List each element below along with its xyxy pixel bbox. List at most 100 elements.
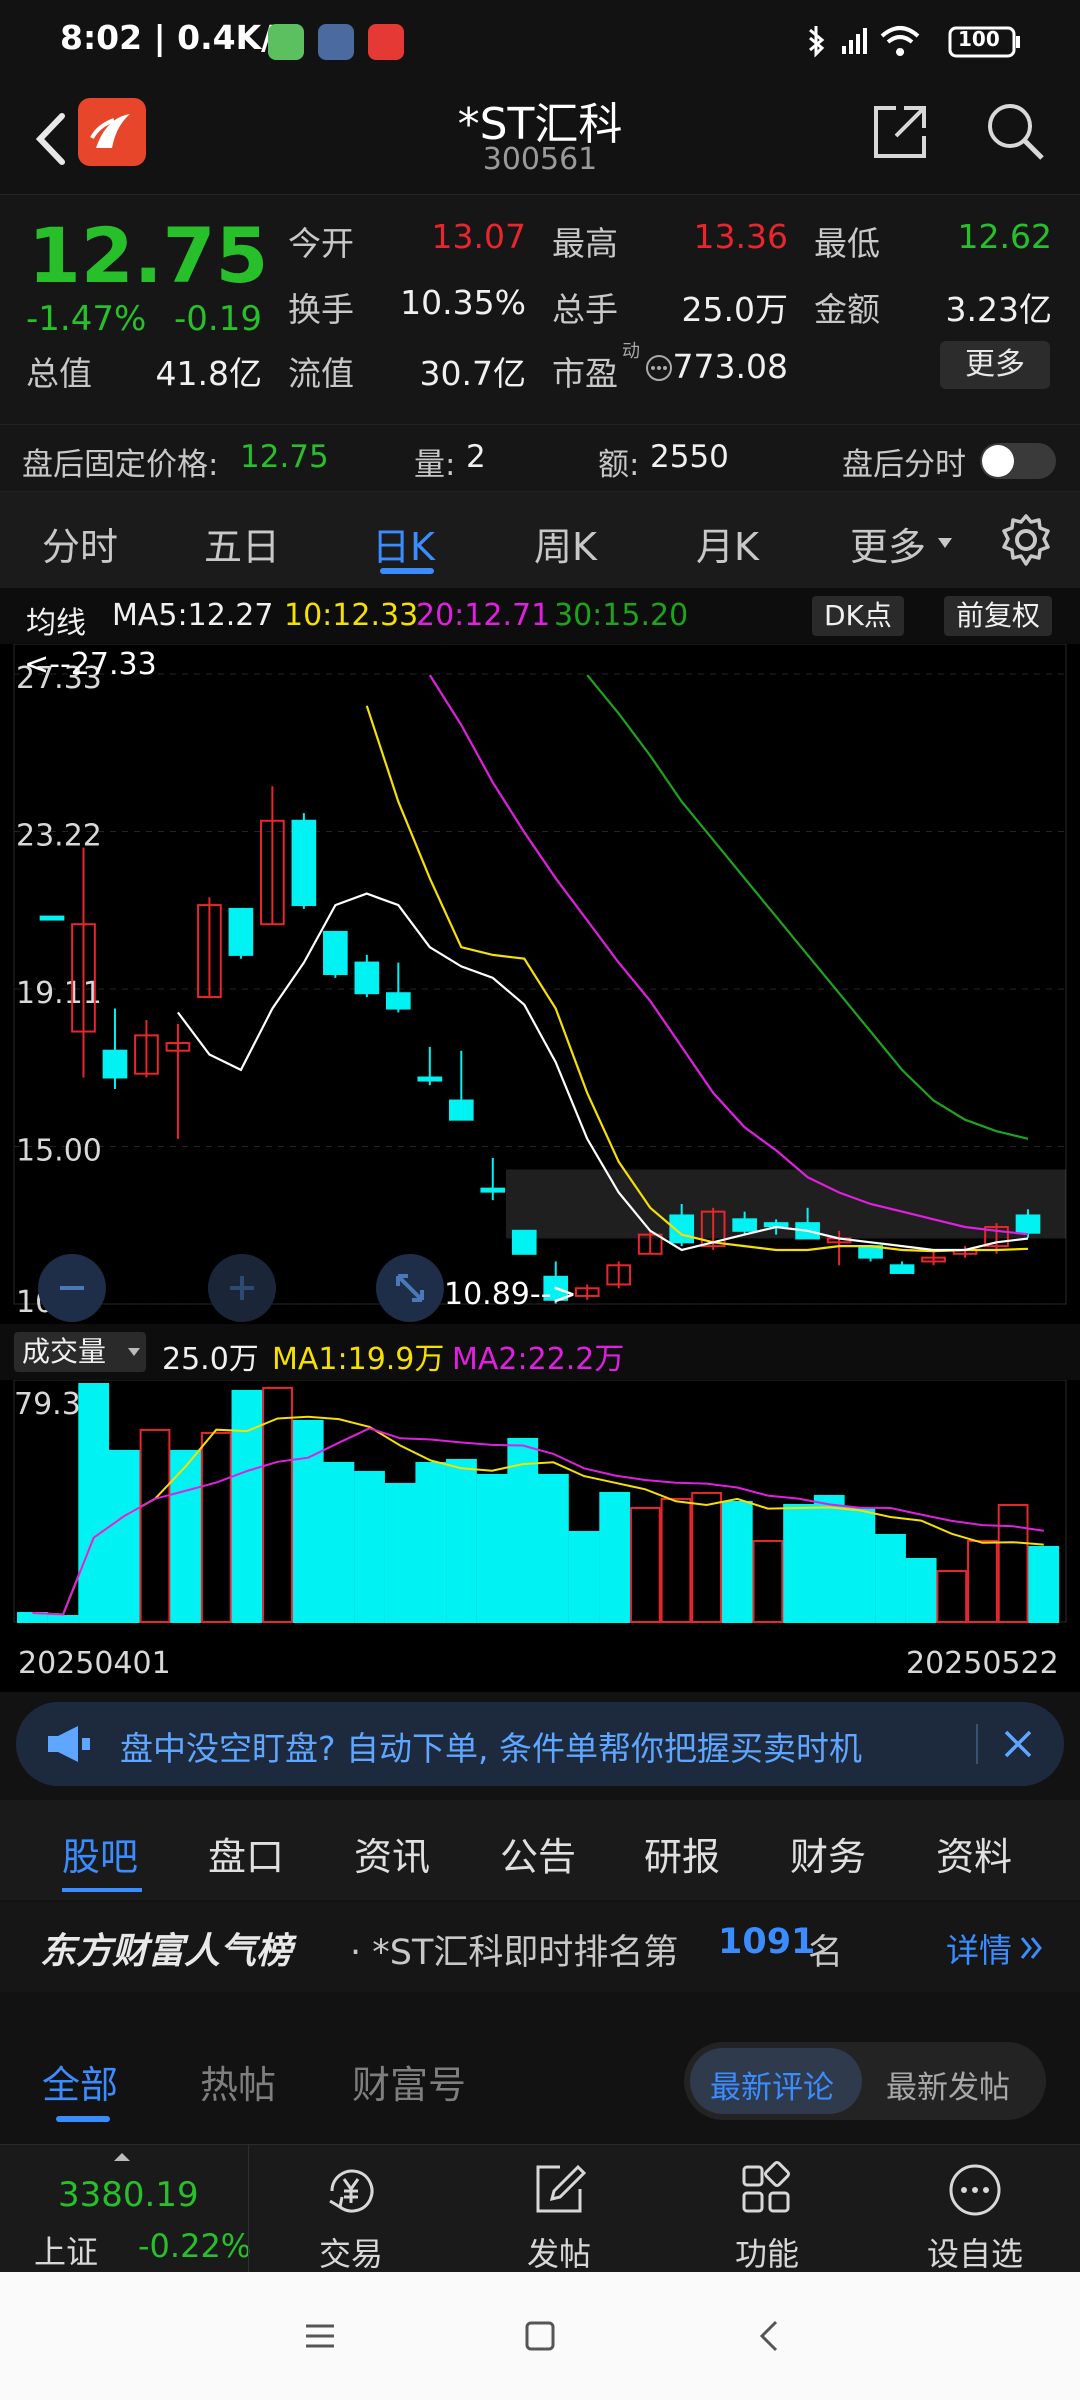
tab-guba[interactable]: 股吧 bbox=[62, 1826, 138, 1881]
high-label: 最高 bbox=[552, 224, 618, 263]
date-axis: 20250401 20250522 bbox=[0, 1640, 1080, 1692]
start-date: 20250401 bbox=[18, 1646, 171, 1681]
system-nav-bar bbox=[0, 2272, 1080, 2400]
volume-bar bbox=[538, 1473, 569, 1624]
pe-value: 773.08 bbox=[672, 347, 788, 386]
more-button[interactable]: 更多 bbox=[940, 341, 1050, 389]
tab-five-day[interactable]: 五日 bbox=[204, 516, 280, 571]
zoom-out-button[interactable] bbox=[38, 1254, 106, 1322]
menu-icon[interactable] bbox=[300, 2316, 340, 2356]
change-amount: -0.19 bbox=[174, 299, 262, 339]
tab-daily-k[interactable]: 日K bbox=[372, 516, 435, 571]
edit-icon bbox=[536, 2164, 587, 2213]
banner-divider bbox=[976, 1724, 978, 1764]
candle bbox=[417, 1046, 443, 1086]
candle bbox=[197, 897, 222, 999]
nav-add-watchlist-label: 设自选 bbox=[926, 2235, 1023, 2273]
candle bbox=[858, 1245, 883, 1262]
volume-bar bbox=[997, 1503, 1029, 1623]
nav-add-watchlist[interactable]: 设自选 bbox=[900, 2145, 1050, 2273]
volume-bar bbox=[108, 1449, 140, 1624]
volume-bar bbox=[139, 1428, 171, 1623]
after-hours-toggle[interactable] bbox=[980, 443, 1056, 479]
candle-body bbox=[448, 1099, 474, 1121]
zoom-in-button[interactable] bbox=[208, 1254, 276, 1322]
tab-more[interactable]: 更多 bbox=[850, 516, 926, 571]
tab-research[interactable]: 研报 bbox=[644, 1826, 720, 1881]
quote-panel: 12.75 -1.47% -0.19 总值 41.8亿 今开 13.07 最高 … bbox=[0, 194, 1080, 425]
dk-point-button[interactable]: DK点 bbox=[812, 596, 904, 636]
candle bbox=[354, 954, 380, 998]
share-icon[interactable] bbox=[868, 100, 932, 164]
nav-functions-label: 功能 bbox=[734, 2235, 799, 2273]
tab-profile[interactable]: 资料 bbox=[936, 1826, 1012, 1881]
tab-timeshare[interactable]: 分时 bbox=[42, 516, 118, 571]
index-name: 上证 bbox=[34, 2233, 99, 2271]
tab-monthly-k[interactable]: 月K bbox=[696, 516, 759, 571]
close-icon[interactable] bbox=[1000, 1726, 1036, 1762]
gear-notification-icon bbox=[318, 24, 354, 60]
volume-bar bbox=[721, 1500, 753, 1623]
volume-bar bbox=[1028, 1545, 1060, 1623]
ma10-line bbox=[365, 705, 1029, 1253]
promo-banner[interactable]: 盘中没空盯盘? 自动下单, 条件单帮你把握买卖时机 bbox=[16, 1702, 1064, 1786]
app-header: *ST汇科 300561 bbox=[0, 84, 1080, 194]
tab-hot-posts[interactable]: 热帖 bbox=[200, 2054, 276, 2109]
after-hours-price: 12.75 bbox=[240, 439, 329, 475]
nav-trade[interactable]: 交易 bbox=[276, 2145, 426, 2273]
volume-bar bbox=[752, 1539, 784, 1624]
volume-chart[interactable]: 79.3万 bbox=[0, 1380, 1080, 1640]
popularity-rank[interactable]: 东方财富人气榜 · *ST汇科即时排名第 1091 名 详情 bbox=[0, 1902, 1080, 1992]
min-price-marker: 10.89--> bbox=[444, 1277, 577, 1312]
float-cap-value: 30.7亿 bbox=[419, 354, 526, 393]
amount-value: 3.23亿 bbox=[945, 290, 1052, 329]
search-icon[interactable] bbox=[982, 98, 1048, 164]
after-hours-amount-label: 额: bbox=[598, 447, 640, 483]
volume-bar bbox=[691, 1491, 723, 1624]
yen-cycle-icon bbox=[329, 2169, 374, 2213]
candle-body bbox=[732, 1218, 757, 1232]
after-hours-bar: 盘后固定价格: 12.75 量: 2 额: 2550 盘后分时 bbox=[0, 424, 1080, 492]
turnover-label: 换手 bbox=[288, 290, 354, 329]
tab-order-book[interactable]: 盘口 bbox=[208, 1826, 284, 1881]
candle bbox=[637, 1230, 663, 1255]
tab-all[interactable]: 全部 bbox=[42, 2054, 118, 2109]
nav-post[interactable]: 发帖 bbox=[484, 2145, 634, 2273]
candle-body bbox=[385, 992, 411, 1010]
volume-ma1: MA1:19.9万 bbox=[272, 1342, 445, 1377]
ma-label[interactable]: 均线 bbox=[26, 598, 86, 642]
more-circle-icon bbox=[949, 2164, 1001, 2216]
candlestick-chart[interactable]: 27.3323.2219.1115.0010.89<--27.3310.89--… bbox=[0, 644, 1080, 1324]
tab-announcements[interactable]: 公告 bbox=[500, 1826, 576, 1881]
gear-icon[interactable] bbox=[998, 512, 1054, 568]
ma10-value: 10:12.33 bbox=[284, 598, 419, 633]
tab-financials[interactable]: 财务 bbox=[790, 1826, 866, 1881]
ma20-line bbox=[428, 674, 1029, 1236]
candle bbox=[39, 915, 65, 921]
candle-body bbox=[228, 907, 254, 956]
low-value: 12.62 bbox=[957, 217, 1052, 256]
active-feed-indicator bbox=[56, 2116, 110, 2122]
volume-bar bbox=[936, 1569, 968, 1623]
nav-divider bbox=[248, 2145, 249, 2273]
tab-fortune-account[interactable]: 财富号 bbox=[352, 2054, 466, 2109]
adjust-price-button[interactable]: 前复权 bbox=[944, 596, 1053, 636]
home-icon[interactable] bbox=[520, 2316, 560, 2356]
tab-news[interactable]: 资讯 bbox=[354, 1826, 430, 1881]
after-hours-price-label: 盘后固定价格: bbox=[22, 447, 219, 483]
tab-weekly-k[interactable]: 周K bbox=[534, 516, 597, 571]
fullscreen-button[interactable] bbox=[376, 1254, 444, 1322]
sort-latest-post[interactable]: 最新发帖 bbox=[886, 2062, 1010, 2107]
turnover-value: 10.35% bbox=[400, 283, 526, 322]
last-price: 12.75 bbox=[28, 211, 269, 300]
index-value[interactable]: 3380.19 bbox=[58, 2175, 199, 2215]
sort-latest-comment[interactable]: 最新评论 bbox=[710, 2062, 834, 2107]
back-icon[interactable] bbox=[750, 2316, 790, 2356]
ma5-value: MA5:12.27 bbox=[112, 598, 274, 633]
candle bbox=[511, 1229, 537, 1255]
after-hours-timeshare-label: 盘后分时 bbox=[842, 447, 966, 483]
nav-functions[interactable]: 功能 bbox=[692, 2145, 842, 2273]
promo-text: 盘中没空盯盘? 自动下单, 条件单帮你把握买卖时机 bbox=[120, 1729, 862, 1768]
ma30-value: 30:15.20 bbox=[554, 598, 689, 633]
rank-detail-link[interactable]: 详情 bbox=[946, 1924, 1012, 1972]
